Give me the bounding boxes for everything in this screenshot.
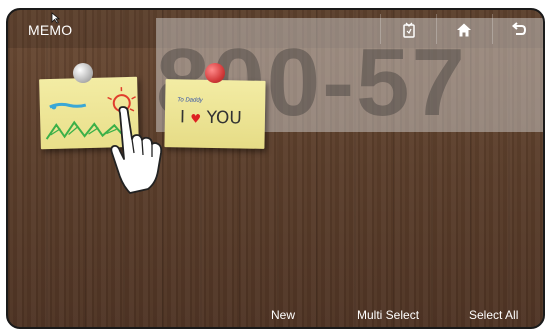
note-pin-silver <box>73 63 93 83</box>
home-button[interactable] <box>450 16 478 44</box>
new-button[interactable]: New <box>271 308 295 322</box>
memo-small-text: To Daddy <box>177 97 203 104</box>
heart-icon: ♥ <box>190 111 202 126</box>
memo-text-you: YOU <box>206 107 242 129</box>
multi-select-button[interactable]: Multi Select <box>357 308 419 322</box>
memo-icon <box>403 22 415 38</box>
back-icon <box>511 22 527 35</box>
memo-main-text: I ♥ YOU <box>180 107 242 128</box>
touch-hand-icon <box>110 106 163 194</box>
mouse-cursor-icon <box>51 12 61 24</box>
toolbar-divider <box>436 14 437 44</box>
app-title: MEMO <box>28 22 73 38</box>
toolbar-divider <box>380 14 381 44</box>
memo-note-love[interactable]: To Daddy I ♥ YOU <box>164 79 266 149</box>
device-screen: 800-57 MEMO To Daddy I ♥ YOU New Multi S… <box>6 8 545 329</box>
back-button[interactable] <box>505 16 533 44</box>
select-all-button[interactable]: Select All <box>469 308 518 322</box>
home-icon <box>457 23 471 37</box>
memo-toolbar-button[interactable] <box>395 16 423 44</box>
note-pin-red <box>205 63 225 83</box>
memo-text-i: I <box>179 107 186 128</box>
toolbar-divider <box>492 14 493 44</box>
